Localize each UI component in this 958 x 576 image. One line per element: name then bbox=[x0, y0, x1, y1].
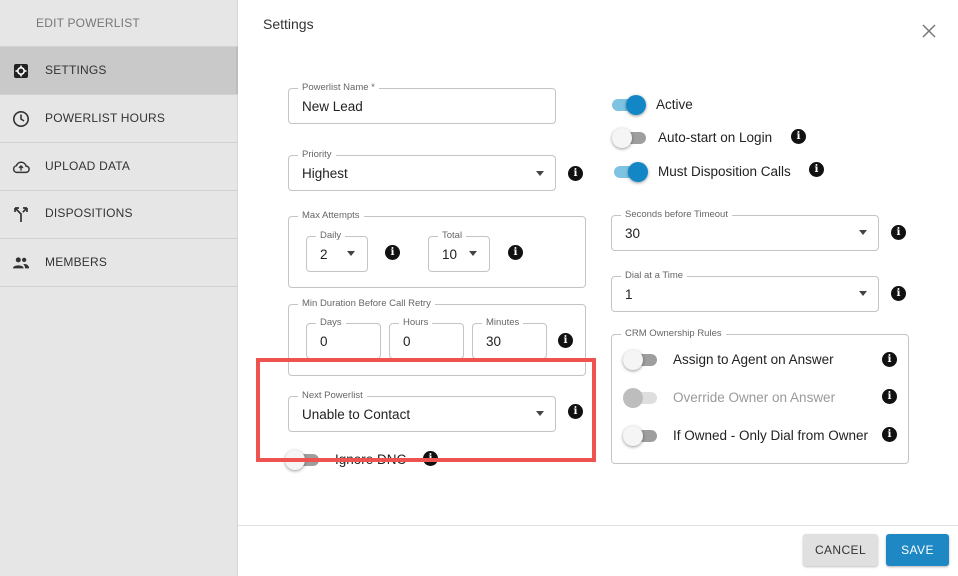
ignore-dnc-toggle[interactable] bbox=[285, 450, 321, 470]
minutes-field[interactable]: Minutes 30 bbox=[472, 317, 547, 359]
sidebar-item-label: DISPOSITIONS bbox=[45, 206, 133, 220]
sidebar: EDIT POWERLIST SETTINGS POWERLIST HOURS … bbox=[0, 0, 238, 576]
chevron-down-icon bbox=[469, 251, 477, 256]
minutes-value: 30 bbox=[486, 334, 502, 349]
days-value: 0 bbox=[320, 334, 328, 349]
info-icon[interactable]: i bbox=[568, 166, 583, 181]
total-attempts-select[interactable]: Total 10 bbox=[428, 230, 490, 272]
total-attempts-value: 10 bbox=[442, 247, 458, 262]
chevron-down-icon bbox=[859, 230, 867, 235]
field-label: Priority bbox=[298, 149, 336, 161]
toggle-knob bbox=[623, 426, 643, 446]
sidebar-item-label: UPLOAD DATA bbox=[45, 159, 131, 173]
next-powerlist-select[interactable]: Next Powerlist Unable to Contact bbox=[288, 390, 556, 432]
field-label: Hours bbox=[399, 317, 433, 329]
save-button[interactable]: SAVE bbox=[886, 534, 949, 566]
fork-icon bbox=[12, 206, 30, 224]
assign-agent-label: Assign to Agent on Answer bbox=[673, 352, 834, 367]
close-icon[interactable] bbox=[918, 20, 940, 42]
active-label: Active bbox=[656, 97, 693, 112]
toggle-knob bbox=[628, 162, 648, 182]
cancel-button[interactable]: CANCEL bbox=[803, 534, 878, 566]
priority-value: Highest bbox=[302, 166, 348, 181]
field-label: Next Powerlist bbox=[298, 390, 367, 402]
info-icon[interactable]: i bbox=[423, 451, 438, 466]
field-label: Minutes bbox=[482, 317, 524, 329]
info-icon[interactable]: i bbox=[882, 352, 897, 367]
group-label: CRM Ownership Rules bbox=[621, 328, 726, 340]
hours-value: 0 bbox=[403, 334, 411, 349]
clock-icon bbox=[12, 110, 30, 128]
override-owner-label: Override Owner on Answer bbox=[673, 390, 836, 405]
next-powerlist-value: Unable to Contact bbox=[302, 407, 411, 422]
priority-select[interactable]: Priority Highest bbox=[288, 149, 556, 191]
info-icon[interactable]: i bbox=[882, 427, 897, 442]
powerlist-name-field[interactable]: Powerlist Name * New Lead bbox=[288, 82, 556, 124]
auto-start-toggle[interactable] bbox=[612, 128, 648, 148]
info-icon[interactable]: i bbox=[558, 333, 573, 348]
info-icon[interactable]: i bbox=[809, 162, 824, 177]
info-icon[interactable]: i bbox=[568, 404, 583, 419]
info-icon[interactable]: i bbox=[882, 389, 897, 404]
field-label: Seconds before Timeout bbox=[621, 209, 732, 221]
sidebar-item-upload-data[interactable]: UPLOAD DATA bbox=[0, 142, 238, 190]
days-field[interactable]: Days 0 bbox=[306, 317, 381, 359]
field-label: Daily bbox=[316, 230, 346, 242]
dial-at-time-select[interactable]: Dial at a Time 1 bbox=[611, 270, 879, 312]
toggle-knob bbox=[626, 95, 646, 115]
people-icon bbox=[12, 254, 30, 272]
active-toggle[interactable] bbox=[610, 95, 646, 115]
gear-icon bbox=[12, 62, 30, 80]
field-label: Powerlist Name * bbox=[298, 82, 379, 94]
sidebar-item-settings[interactable]: SETTINGS bbox=[0, 46, 238, 94]
sidebar-title: EDIT POWERLIST bbox=[36, 16, 140, 30]
toggle-knob bbox=[623, 388, 643, 408]
if-owned-label: If Owned - Only Dial from Owner bbox=[673, 428, 869, 443]
info-icon[interactable]: i bbox=[385, 245, 400, 260]
auto-start-label: Auto-start on Login bbox=[658, 130, 773, 145]
sidebar-item-label: POWERLIST HOURS bbox=[45, 111, 166, 125]
must-disposition-label: Must Disposition Calls bbox=[658, 164, 791, 179]
sidebar-item-label: SETTINGS bbox=[45, 63, 107, 77]
dialog-title: Settings bbox=[263, 16, 314, 32]
sidebar-divider bbox=[0, 286, 238, 287]
sidebar-item-members[interactable]: MEMBERS bbox=[0, 238, 238, 286]
if-owned-toggle[interactable] bbox=[623, 426, 659, 446]
sidebar-item-label: MEMBERS bbox=[45, 255, 108, 269]
seconds-timeout-value: 30 bbox=[625, 226, 641, 241]
chevron-down-icon bbox=[859, 291, 867, 296]
ignore-dnc-label: Ignore DNC bbox=[335, 452, 407, 467]
sidebar-item-powerlist-hours[interactable]: POWERLIST HOURS bbox=[0, 94, 238, 142]
chevron-down-icon bbox=[347, 251, 355, 256]
seconds-timeout-select[interactable]: Seconds before Timeout 30 bbox=[611, 209, 879, 251]
must-disposition-toggle[interactable] bbox=[612, 162, 648, 182]
toggle-knob bbox=[612, 128, 632, 148]
info-icon[interactable]: i bbox=[891, 225, 906, 240]
daily-attempts-select[interactable]: Daily 2 bbox=[306, 230, 368, 272]
cloud-upload-icon bbox=[12, 158, 30, 176]
sidebar-item-dispositions[interactable]: DISPOSITIONS bbox=[0, 190, 238, 238]
toggle-knob bbox=[285, 450, 305, 470]
info-icon[interactable]: i bbox=[891, 286, 906, 301]
group-label: Max Attempts bbox=[298, 210, 364, 222]
assign-agent-toggle[interactable] bbox=[623, 350, 659, 370]
dial-at-time-value: 1 bbox=[625, 287, 633, 302]
field-label: Total bbox=[438, 230, 467, 242]
footer-divider bbox=[238, 525, 958, 526]
override-owner-toggle bbox=[623, 388, 659, 408]
chevron-down-icon bbox=[536, 171, 544, 176]
powerlist-name-value: New Lead bbox=[302, 99, 363, 114]
hours-field[interactable]: Hours 0 bbox=[389, 317, 464, 359]
daily-attempts-value: 2 bbox=[320, 247, 328, 262]
toggle-knob bbox=[623, 350, 643, 370]
field-label: Dial at a Time bbox=[621, 270, 688, 282]
info-icon[interactable]: i bbox=[791, 129, 806, 144]
chevron-down-icon bbox=[536, 411, 544, 416]
info-icon[interactable]: i bbox=[508, 245, 523, 260]
field-label: Days bbox=[316, 317, 346, 329]
group-label: Min Duration Before Call Retry bbox=[298, 298, 435, 310]
